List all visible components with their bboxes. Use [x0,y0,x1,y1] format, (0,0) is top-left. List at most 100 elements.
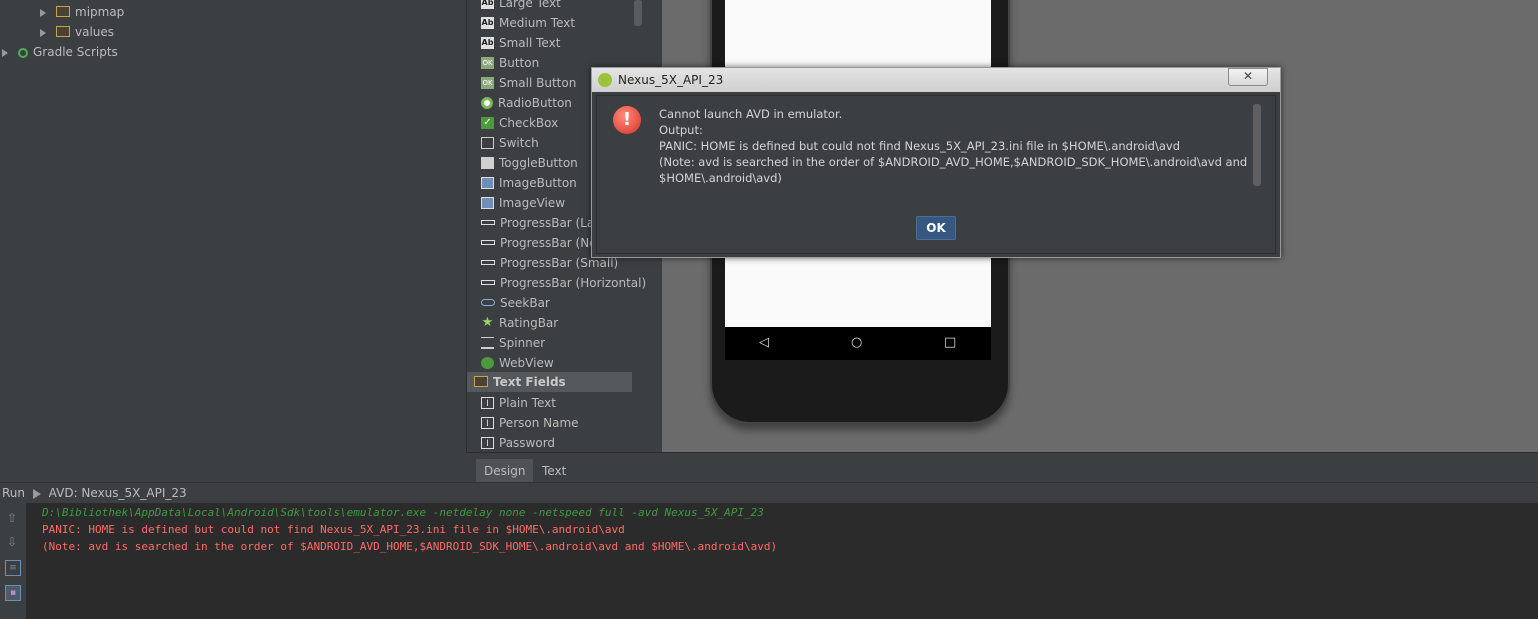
dialog-message-line: Cannot launch AVD in emulator. [659,107,843,121]
project-tree-panel: mipmap values Gradle Scripts [0,0,466,452]
palette-item-label: ImageView [499,196,566,210]
image-icon [481,196,494,209]
console-line-error: PANIC: HOME is defined but could not fin… [42,523,625,536]
spinner-icon [481,336,494,349]
tree-item-label: values [75,25,115,39]
progressbar-icon [481,260,495,265]
tab-design[interactable]: Design [476,459,534,483]
switch-icon [481,136,494,149]
run-icon [32,488,41,499]
radio-icon [481,96,493,109]
palette-item-seekbar[interactable]: SeekBar [481,293,550,313]
soft-wrap-icon[interactable]: ≡ [5,560,21,576]
palette-item-label: WebView [499,356,554,370]
palette-item-plain-text[interactable]: I Plain Text [481,393,556,413]
run-toolbar: ⇧ ⇩ ≡ ▪ [0,503,27,619]
expand-arrow-icon[interactable] [2,48,8,57]
palette-item-checkbox[interactable]: ✓ CheckBox [481,113,558,133]
tree-item-label: Gradle Scripts [33,45,118,59]
palette-item-large-text[interactable]: Ab Large Text [481,0,561,13]
palette-item-label: Password [499,436,556,450]
dialog-title: Nexus_5X_API_23 [618,73,724,87]
text-icon: Ab [481,36,494,49]
dialog-message-line: PANIC: HOME is defined but could not fin… [659,139,1181,153]
palette-item-label: ProgressBar (Horizontal) [500,276,647,290]
scroll-to-end-icon[interactable]: ▪ [5,585,21,601]
image-icon [481,176,494,189]
palette-item-togglebutton[interactable]: ToggleButton [481,153,578,173]
palette-group-text-fields[interactable]: Text Fields [467,372,632,392]
palette-item-label: Switch [499,136,539,150]
palette-item-label: ToggleButton [499,156,578,170]
folder-icon [474,376,488,387]
palette-item-label: Large Text [499,0,561,10]
dialog-message-line: $HOME\.android\avd) [659,171,782,185]
text-field-icon: I [481,436,494,449]
recents-icon: □ [944,335,957,350]
palette-item-imageview[interactable]: ImageView [481,193,565,213]
palette-item-label: Person Name [499,416,579,430]
dialog-scrollbar[interactable] [1253,104,1261,186]
run-config-label[interactable]: AVD: Nexus_5X_API_23 [49,486,187,500]
palette-item-label: ProgressBar (Normal) [500,236,593,250]
palette-item-label: ProgressBar (Large) [500,216,593,230]
tree-item-values[interactable]: values [40,22,114,42]
gradle-icon [18,47,28,58]
dialog-body: ! Cannot launch AVD in emulator. Output:… [596,95,1276,254]
button-icon: OK [481,76,494,89]
seekbar-icon [481,299,495,306]
palette-item-label: SeekBar [500,296,550,310]
palette-item-progressbar-horizontal[interactable]: ProgressBar (Horizontal) [481,273,646,293]
palette-item-person-name[interactable]: I Person Name [481,413,579,433]
progressbar-icon [481,280,495,285]
toggle-icon [481,156,494,169]
console-output[interactable]: D:\Bibliothek\AppData\Local\Android\Sdk\… [27,503,1538,619]
dialog-title-bar[interactable]: Nexus_5X_API_23 ✕ [592,68,1280,92]
dialog-message-line: (Note: avd is searched in the order of $… [659,155,1248,169]
text-field-icon: I [481,416,494,429]
palette-item-medium-text[interactable]: Ab Medium Text [481,13,575,33]
ok-button[interactable]: OK [916,216,956,240]
palette-group-label: Text Fields [493,375,566,389]
palette-item-ratingbar[interactable]: ★ RatingBar [481,313,559,333]
tree-item-mipmap[interactable]: mipmap [40,2,124,22]
error-icon: ! [613,106,641,134]
palette-item-radiobutton[interactable]: RadioButton [481,93,572,113]
console-line-note: (Note: avd is searched in the order of $… [42,540,778,553]
error-dialog: Nexus_5X_API_23 ✕ ! Cannot launch AVD in… [591,67,1281,258]
palette-item-small-button[interactable]: OK Small Button [481,73,576,93]
palette-item-small-text[interactable]: Ab Small Text [481,33,560,53]
run-tab-label[interactable]: Run [2,486,25,500]
palette-item-spinner[interactable]: Spinner [481,333,545,353]
palette-item-progressbar-normal[interactable]: ProgressBar (Normal) [481,233,593,253]
expand-arrow-icon[interactable] [40,28,46,37]
palette-item-label: Plain Text [499,396,556,410]
progressbar-icon [481,220,495,225]
console-line-command: D:\Bibliothek\AppData\Local\Android\Sdk\… [42,506,764,519]
palette-item-imagebutton[interactable]: ImageButton [481,173,577,193]
folder-icon [56,26,70,37]
palette-item-label: Button [499,56,540,70]
close-button[interactable]: ✕ [1228,68,1268,86]
palette-item-label: RatingBar [499,316,559,330]
phone-nav-bar: ◁ ○ □ [725,327,991,360]
palette-item-switch[interactable]: Switch [481,133,539,153]
palette-item-password[interactable]: I Password [481,433,555,453]
tab-text[interactable]: Text [534,459,574,483]
expand-arrow-icon[interactable] [40,8,46,17]
palette-item-webview[interactable]: WebView [481,353,554,373]
palette-item-button[interactable]: OK Button [481,53,539,73]
button-icon: OK [481,56,494,69]
palette-item-progressbar-large[interactable]: ProgressBar (Large) [481,213,593,233]
down-arrow-icon[interactable]: ⇩ [5,535,19,549]
up-arrow-icon[interactable]: ⇧ [5,511,19,525]
tree-item-label: mipmap [75,5,125,19]
palette-item-label: RadioButton [498,96,572,110]
palette-item-label: Small Button [499,76,577,90]
star-icon: ★ [481,314,494,330]
globe-icon [481,356,494,369]
tree-item-gradle-scripts[interactable]: Gradle Scripts [2,42,118,62]
text-field-icon: I [481,396,494,409]
palette-scrollbar[interactable] [634,0,642,26]
palette-item-label: Medium Text [499,16,576,30]
